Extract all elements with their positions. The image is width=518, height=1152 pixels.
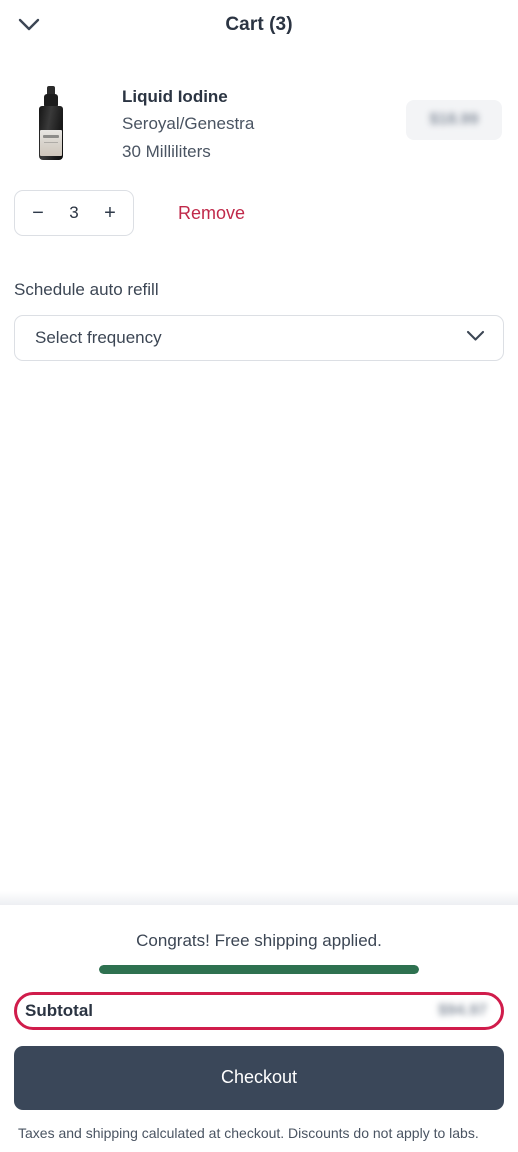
cart-panel: Cart (3) Liquid Iodine Seroyal/Genestra … <box>0 0 518 1152</box>
frequency-select-value: Select frequency <box>35 328 162 348</box>
page-title: Cart (3) <box>225 14 293 35</box>
frequency-select[interactable]: Select frequency <box>14 315 504 362</box>
free-shipping-progress-fill <box>99 964 419 974</box>
chevron-down-icon <box>466 329 485 347</box>
cart-line-item: Liquid Iodine Seroyal/Genestra 30 Millil… <box>14 50 504 166</box>
decrease-quantity-button[interactable]: − <box>29 203 47 223</box>
quantity-row: − 3 + Remove <box>14 166 504 237</box>
quantity-value: 3 <box>69 203 79 223</box>
chevron-down-icon <box>18 18 40 32</box>
subtotal-value: $94.97 <box>438 1001 487 1019</box>
product-price-pill: $18.99 <box>406 100 502 140</box>
quantity-stepper[interactable]: − 3 + <box>14 190 134 237</box>
checkout-button[interactable]: Checkout <box>14 1045 504 1110</box>
product-brand: Seroyal/Genestra <box>122 114 255 134</box>
product-name: Liquid Iodine <box>122 87 228 106</box>
increase-quantity-button[interactable]: + <box>101 203 119 223</box>
product-thumbnail <box>14 82 88 164</box>
checkout-fine-print: Taxes and shipping calculated at checkou… <box>18 1124 479 1141</box>
cart-items-list: Liquid Iodine Seroyal/Genestra 30 Millil… <box>0 50 518 905</box>
checkout-button-label: Checkout <box>220 1067 298 1088</box>
product-price: $18.99 <box>429 111 479 128</box>
subtotal-label: Subtotal <box>25 1000 93 1020</box>
auto-refill-label: Schedule auto refill <box>14 280 159 300</box>
free-shipping-progress-track <box>99 964 419 974</box>
subtotal-row: Subtotal $94.97 <box>14 991 504 1030</box>
product-size: 30 Milliliters <box>122 142 211 162</box>
free-shipping-message: Congrats! Free shipping applied. <box>136 930 382 950</box>
product-details: Liquid Iodine Seroyal/Genestra 30 Millil… <box>88 82 406 166</box>
dropper-bottle-image <box>38 86 64 160</box>
remove-item-button[interactable]: Remove <box>178 203 245 224</box>
cart-footer: Congrats! Free shipping applied. Subtota… <box>0 890 518 1152</box>
collapse-cart-button[interactable] <box>14 10 44 40</box>
cart-header: Cart (3) <box>0 0 518 50</box>
